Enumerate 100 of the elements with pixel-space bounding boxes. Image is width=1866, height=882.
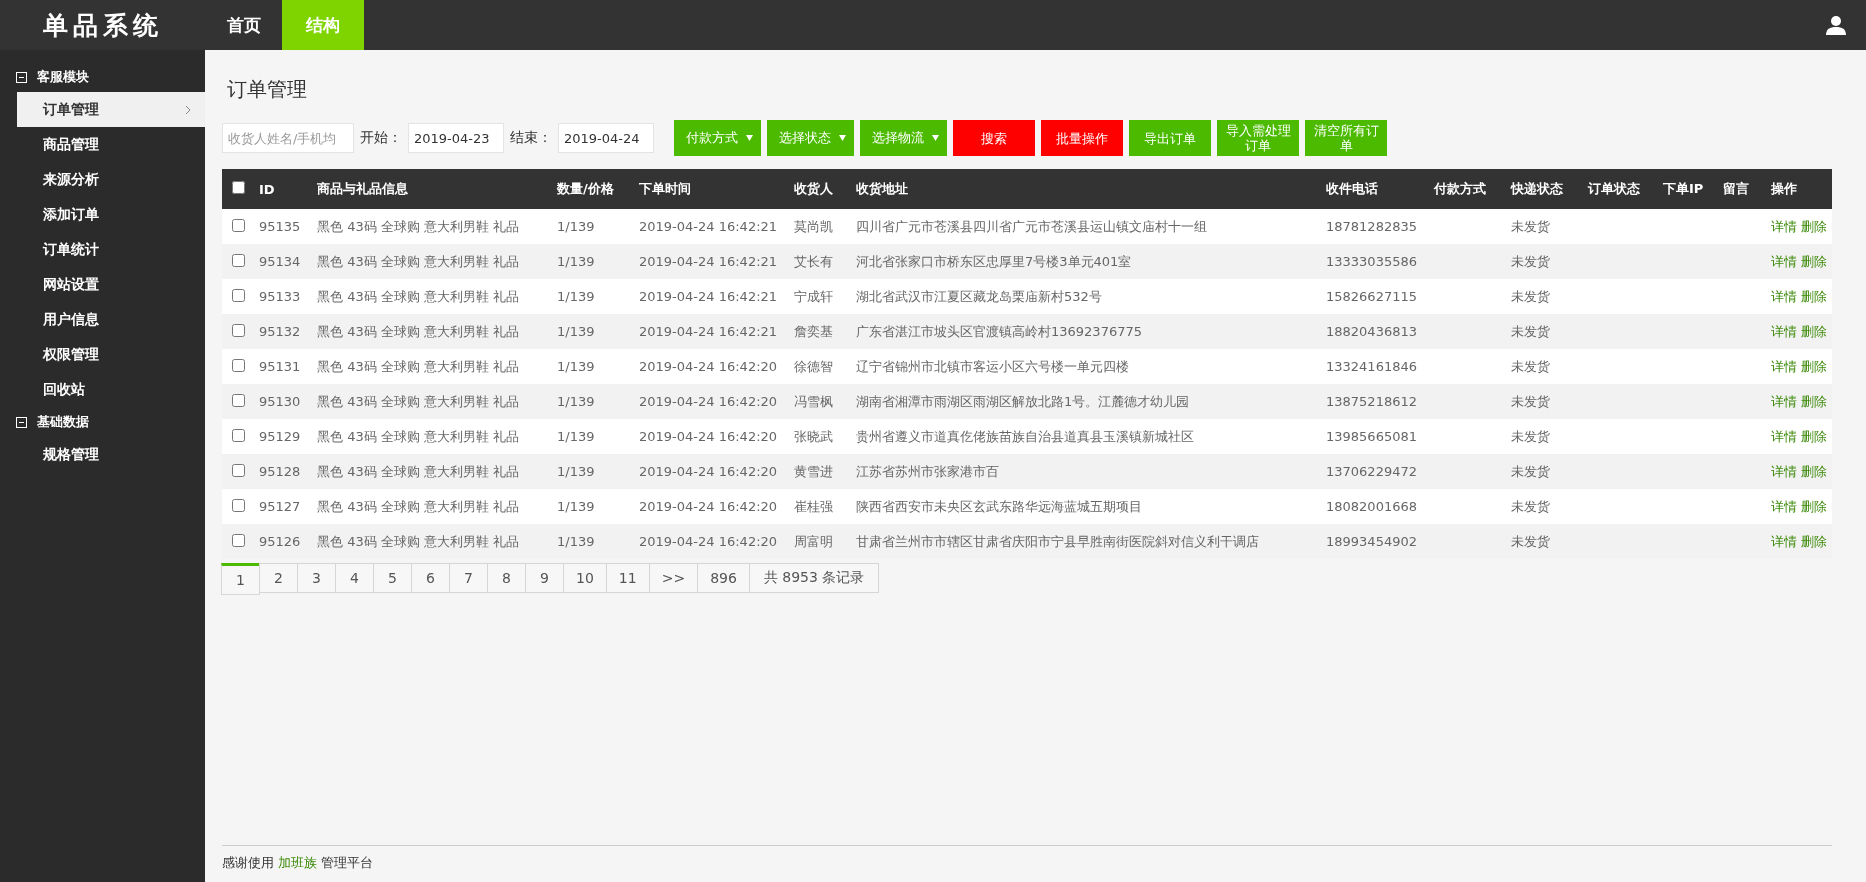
filter-dropdown[interactable]: 选择状态 xyxy=(767,120,854,156)
table-cell: 四川省广元市苍溪县四川省广元市苍溪县运山镇文庙村十一组 xyxy=(856,218,1207,234)
action-button[interactable]: 搜索 xyxy=(953,120,1035,156)
sidebar-item[interactable]: 权限管理 xyxy=(17,337,205,372)
table-cell: 95133 xyxy=(259,289,301,304)
page-link[interactable]: 9 xyxy=(525,563,564,593)
page-link[interactable]: 2 xyxy=(259,563,298,593)
row-checkbox[interactable] xyxy=(232,358,245,372)
row-action-link[interactable]: 详情 xyxy=(1771,358,1797,374)
table-cell: 2019-04-24 16:42:20 xyxy=(639,499,778,514)
last-page-link[interactable]: 896 xyxy=(697,563,750,593)
user-icon[interactable] xyxy=(1826,15,1846,35)
page-link[interactable]: 3 xyxy=(297,563,336,593)
table-cell: 宁成轩 xyxy=(794,288,833,304)
table-cell: 1/139 xyxy=(557,499,595,514)
row-action-link[interactable]: 详情 xyxy=(1771,463,1797,479)
sidebar-item[interactable]: 订单统计 xyxy=(17,232,205,267)
page-link[interactable]: 1 xyxy=(221,563,260,595)
sidebar-item[interactable]: 添加订单 xyxy=(17,197,205,232)
footer-link[interactable]: 加班族 xyxy=(278,855,318,870)
sidebar-group-title[interactable]: 客服模块 xyxy=(37,68,89,86)
row-action-link[interactable]: 删除 xyxy=(1801,253,1827,269)
row-checkbox[interactable] xyxy=(232,253,245,267)
page-link[interactable]: 4 xyxy=(335,563,374,593)
action-button[interactable]: 导出订单 xyxy=(1129,120,1211,156)
collapse-icon[interactable] xyxy=(16,416,27,428)
record-count: 共 8953 条记录 xyxy=(748,563,880,593)
collapse-icon[interactable] xyxy=(16,71,27,83)
table-cell: 未发货 xyxy=(1511,218,1550,234)
row-action-link[interactable]: 删除 xyxy=(1801,498,1827,514)
sidebar-group-title[interactable]: 基础数据 xyxy=(37,413,89,431)
row-action-link[interactable]: 详情 xyxy=(1771,288,1797,304)
action-button[interactable]: 清空所有订单 xyxy=(1305,120,1387,156)
sidebar-item[interactable]: 来源分析 xyxy=(17,162,205,197)
table-cell: 湖南省湘潭市雨湖区雨湖区解放北路1号。江麓德才幼儿园 xyxy=(856,393,1190,409)
page-title: 订单管理 xyxy=(227,76,308,103)
page-link[interactable]: 11 xyxy=(605,563,650,593)
row-action-link[interactable]: 删除 xyxy=(1801,533,1827,549)
table-cell: 95132 xyxy=(259,324,301,339)
page-link[interactable]: 5 xyxy=(373,563,412,593)
column-header: 操作 xyxy=(1771,181,1797,196)
table-cell: 未发货 xyxy=(1511,288,1550,304)
row-checkbox[interactable] xyxy=(232,463,245,477)
action-button[interactable]: 导入需处理订单 xyxy=(1217,120,1299,156)
filter-dropdown[interactable]: 付款方式 xyxy=(674,120,761,156)
row-action-link[interactable]: 详情 xyxy=(1771,218,1797,234)
table-cell: 未发货 xyxy=(1511,253,1550,269)
table-cell: 13706229472 xyxy=(1326,464,1417,479)
sidebar-item[interactable]: 商品管理 xyxy=(17,127,205,162)
page-link[interactable]: 8 xyxy=(487,563,526,593)
row-action-link[interactable]: 删除 xyxy=(1801,323,1827,339)
table-cell: 黑色 43码 全球购 意大利男鞋 礼品 xyxy=(317,393,520,409)
row-action-link[interactable]: 删除 xyxy=(1801,288,1827,304)
table-cell: 2019-04-24 16:42:20 xyxy=(639,429,778,444)
row-action-link[interactable]: 删除 xyxy=(1801,218,1827,234)
table-cell: 黑色 43码 全球购 意大利男鞋 礼品 xyxy=(317,253,520,269)
row-checkbox[interactable] xyxy=(232,323,245,337)
row-checkbox[interactable] xyxy=(232,428,245,442)
filter-dropdown[interactable]: 选择物流 xyxy=(860,120,947,156)
column-header: 数量/价格 xyxy=(557,181,614,196)
select-all-checkbox[interactable] xyxy=(232,181,245,194)
page-link[interactable]: 6 xyxy=(411,563,450,593)
sidebar-item[interactable]: 网站设置 xyxy=(17,267,205,302)
row-action-link[interactable]: 删除 xyxy=(1801,428,1827,444)
table-cell: 陕西省西安市未央区玄武东路华远海蓝城五期项目 xyxy=(856,498,1142,514)
next-page-link[interactable]: >> xyxy=(648,563,699,593)
row-checkbox[interactable] xyxy=(232,533,245,547)
nav-tab[interactable]: 首页 xyxy=(205,0,282,50)
row-action-link[interactable]: 详情 xyxy=(1771,393,1797,409)
row-checkbox[interactable] xyxy=(232,498,245,512)
row-action-link[interactable]: 详情 xyxy=(1771,428,1797,444)
row-action-link[interactable]: 删除 xyxy=(1801,393,1827,409)
table-cell: 95128 xyxy=(259,464,301,479)
row-action-link[interactable]: 删除 xyxy=(1801,358,1827,374)
action-button[interactable]: 批量操作 xyxy=(1041,120,1123,156)
table-cell: 莫尚凯 xyxy=(794,218,833,234)
row-action-link[interactable]: 详情 xyxy=(1771,253,1797,269)
table-cell: 2019-04-24 16:42:20 xyxy=(639,464,778,479)
row-action-link[interactable]: 详情 xyxy=(1771,533,1797,549)
table-cell: 未发货 xyxy=(1511,498,1550,514)
page-link[interactable]: 7 xyxy=(449,563,488,593)
row-action-link[interactable]: 删除 xyxy=(1801,463,1827,479)
table-cell: 辽宁省锦州市北镇市客运小区六号楼一单元四楼 xyxy=(856,358,1129,374)
row-action-link[interactable]: 详情 xyxy=(1771,323,1797,339)
page-link[interactable]: 10 xyxy=(563,563,607,593)
sidebar-item[interactable]: 订单管理 xyxy=(17,92,205,127)
search-field[interactable]: 收货人姓名/手机均 xyxy=(222,123,354,153)
sidebar-item[interactable]: 规格管理 xyxy=(17,437,205,472)
row-checkbox[interactable] xyxy=(232,393,245,407)
sidebar-item[interactable]: 回收站 xyxy=(17,372,205,407)
end-date-field[interactable]: 2019-04-24 xyxy=(558,123,654,153)
row-checkbox[interactable] xyxy=(232,288,245,302)
table-cell: 黑色 43码 全球购 意大利男鞋 礼品 xyxy=(317,358,520,374)
column-header: 订单状态 xyxy=(1588,181,1640,196)
row-checkbox[interactable] xyxy=(232,218,245,232)
row-action-link[interactable]: 详情 xyxy=(1771,498,1797,514)
start-date-field[interactable]: 2019-04-23 xyxy=(408,123,504,153)
sidebar-item[interactable]: 用户信息 xyxy=(17,302,205,337)
column-header: 收件电话 xyxy=(1326,181,1378,196)
table-cell: 贵州省遵义市道真仡佬族苗族自治县道真县玉溪镇新城社区 xyxy=(856,428,1194,444)
